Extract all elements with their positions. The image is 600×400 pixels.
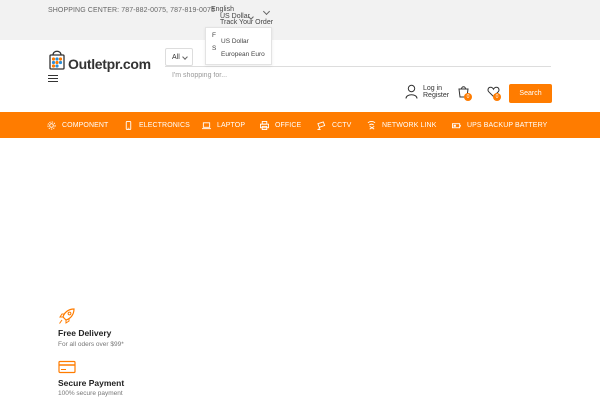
category-select[interactable]: All	[165, 48, 193, 66]
nav-item-component[interactable]: COMPONENT	[47, 112, 108, 138]
battery-icon	[452, 122, 461, 128]
language-select[interactable]: English	[211, 6, 234, 13]
chevron-down-icon[interactable]	[262, 7, 271, 16]
nav-item-ups-backup-battery[interactable]: UPS BACKUP BATTERY	[452, 112, 547, 138]
nav-item-label: COMPONENT	[62, 121, 109, 129]
user-icon[interactable]	[405, 84, 418, 99]
track-order-link[interactable]: Track Your Order	[220, 19, 273, 26]
network-icon	[367, 120, 376, 129]
nav-item-laptop[interactable]: LAPTOP	[202, 112, 245, 138]
logo-bag-icon[interactable]	[49, 48, 65, 70]
nav-item-label: UPS BACKUP BATTERY	[467, 121, 548, 129]
nav-item-electronics[interactable]: ELECTRONICS	[124, 112, 190, 138]
nav-item-office[interactable]: OFFICE	[260, 112, 301, 138]
laptop-icon	[202, 121, 211, 129]
nav-item-cctv[interactable]: CCTV	[317, 112, 351, 138]
shopping-center-phones: SHOPPING CENTER: 787-882-0075, 787-819-0…	[48, 7, 215, 14]
dropdown-fragment: F	[212, 32, 216, 39]
currency-dropdown: F US Dollar S European Euro	[205, 27, 272, 65]
category-nav-bar: COMPONENT ELECTRONICS LAPTOP OFFICE CCTV…	[0, 112, 600, 138]
rocket-icon	[59, 308, 75, 324]
phone-icon	[125, 120, 132, 130]
nav-item-network-link[interactable]: NETWORK LINK	[367, 112, 436, 138]
feature-title: Secure Payment	[58, 378, 125, 388]
top-bar: SHOPPING CENTER: 787-882-0075, 787-819-0…	[0, 0, 600, 40]
site-logo[interactable]: Outletpr.com	[68, 56, 151, 72]
credit-card-icon	[58, 360, 76, 374]
feature-title: Free Delivery	[58, 328, 112, 338]
cart-count-badge: 0	[464, 93, 472, 101]
category-select-label: All	[172, 54, 180, 61]
feature-subtitle: 100% secure payment	[58, 390, 123, 397]
gear-icon	[47, 120, 56, 130]
chevron-down-icon	[182, 54, 188, 60]
search-button[interactable]: Search	[509, 84, 552, 103]
currency-option-usd[interactable]: US Dollar	[221, 38, 249, 45]
currency-option-eur[interactable]: European Euro	[221, 51, 265, 58]
search-input[interactable]	[165, 66, 551, 84]
menu-icon[interactable]	[48, 75, 58, 82]
camera-icon	[317, 120, 326, 130]
printer-icon	[260, 120, 269, 130]
feature-subtitle: For all oders over $99*	[58, 341, 124, 348]
wishlist-count-badge: 0	[493, 93, 501, 101]
dropdown-fragment: S	[212, 45, 217, 52]
nav-item-label: CCTV	[332, 121, 352, 129]
nav-item-label: OFFICE	[275, 121, 302, 129]
nav-item-label: LAPTOP	[217, 121, 246, 129]
nav-item-label: NETWORK LINK	[382, 121, 437, 129]
nav-item-label: ELECTRONICS	[139, 121, 190, 129]
register-link[interactable]: Register	[423, 92, 449, 99]
login-link[interactable]: Log in	[423, 85, 442, 92]
